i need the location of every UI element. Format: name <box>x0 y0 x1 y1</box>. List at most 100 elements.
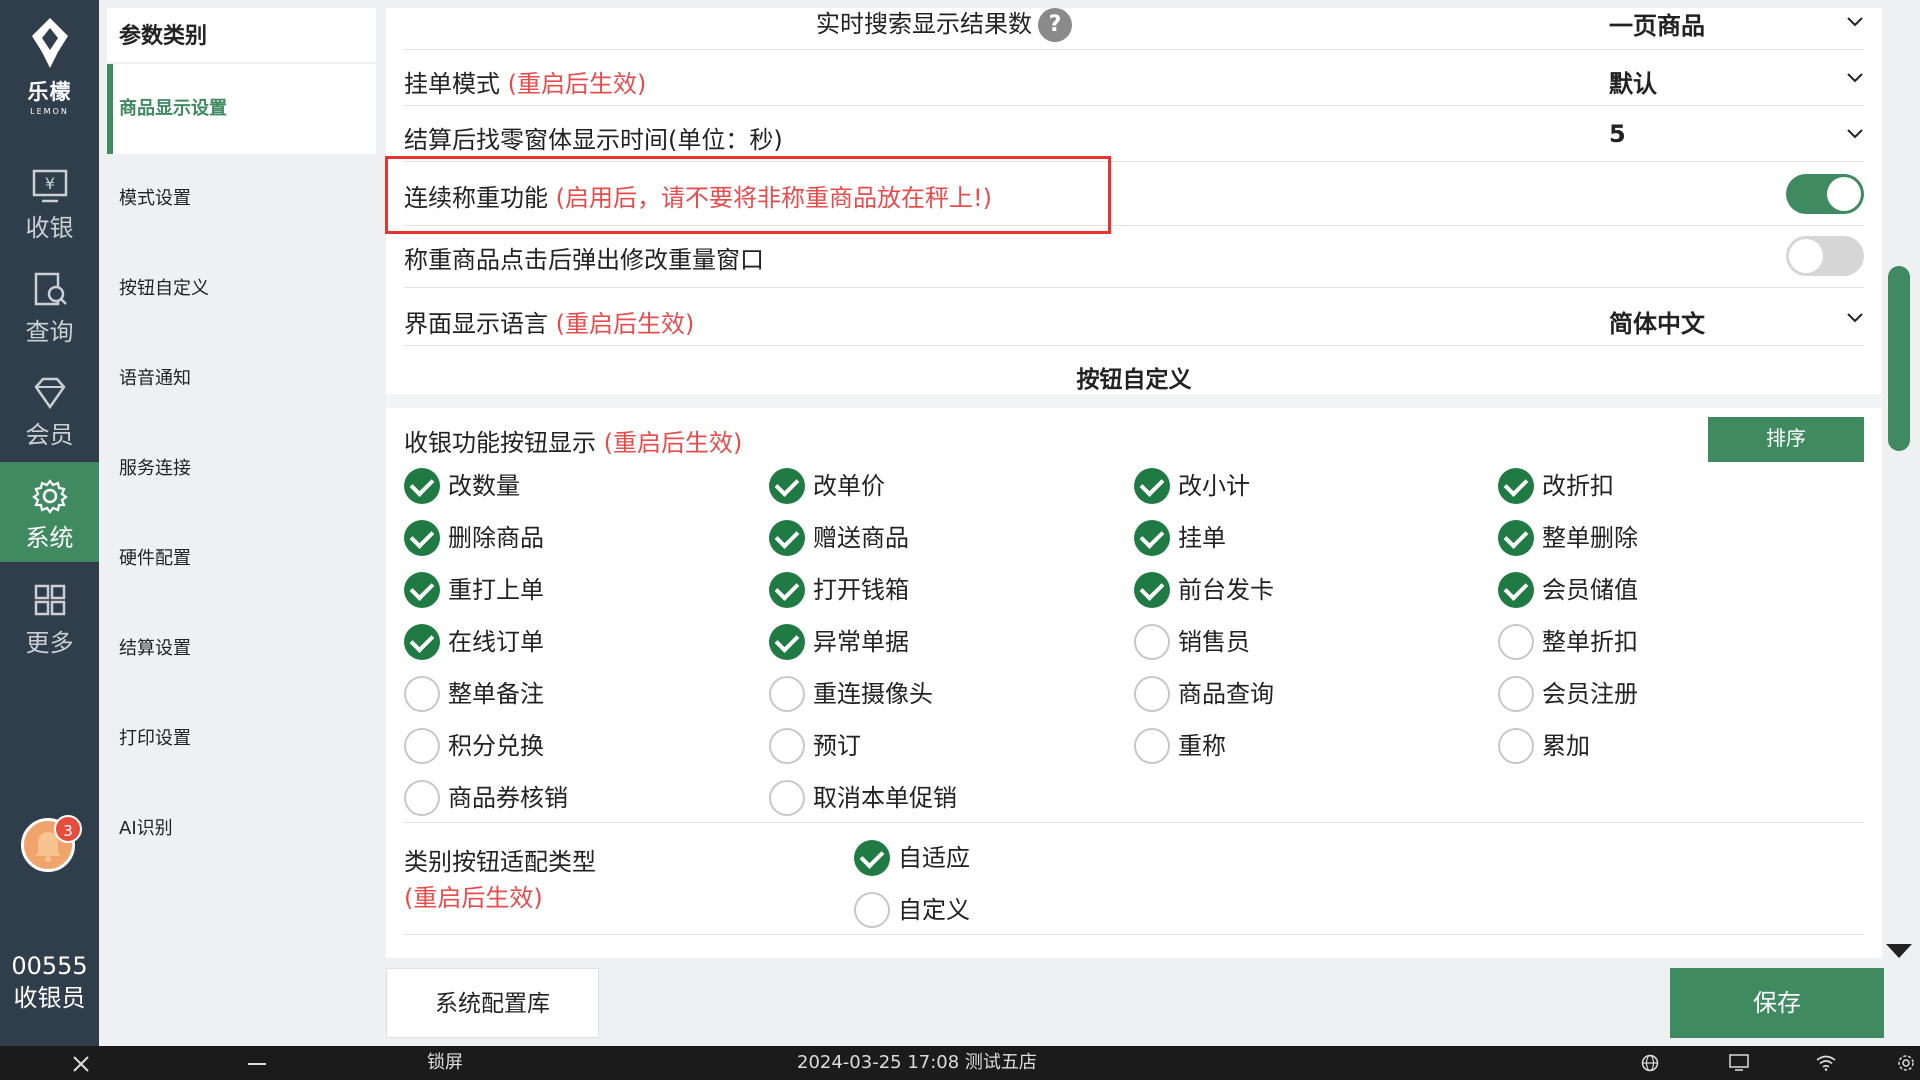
checkbox-checked[interactable] <box>769 520 805 556</box>
notification-count-badge: 3 <box>54 815 82 843</box>
scrollbar-track[interactable] <box>1886 8 1912 958</box>
grid-icon <box>34 584 65 616</box>
category-item-mode[interactable]: 模式设置 <box>107 154 376 244</box>
scroll-down-arrow-icon[interactable] <box>1886 944 1912 958</box>
wifi-icon[interactable] <box>1816 1055 1836 1071</box>
checkbox-unchecked[interactable] <box>404 676 440 712</box>
checkbox-unchecked[interactable] <box>1498 624 1534 660</box>
cashier-buttons-label: 收银功能按钮显示 (重启后生效) <box>404 429 743 457</box>
checkbox-checked[interactable] <box>404 468 440 504</box>
checkbox-checked[interactable] <box>1498 572 1534 608</box>
help-icon[interactable]: ? <box>1038 8 1072 42</box>
setting-value: 简体中文 <box>1609 310 1705 338</box>
checkbox-checked[interactable] <box>1134 520 1170 556</box>
monitor-icon[interactable] <box>1729 1054 1749 1072</box>
setting-label: 挂单模式 (重启后生效) <box>404 70 647 98</box>
category-adapt-label: 类别按钮适配类型 (重启后生效) <box>404 848 596 912</box>
continuous-weigh-toggle[interactable] <box>1786 174 1864 214</box>
user-code: 00555 <box>11 952 88 980</box>
lock-screen-button[interactable]: 锁屏 <box>427 1046 463 1080</box>
checkbox-unchecked[interactable] <box>404 780 440 816</box>
rail-item-more[interactable]: 更多 <box>0 583 99 683</box>
rail-item-system[interactable]: 系统 <box>0 462 99 562</box>
chevron-down-icon <box>1847 313 1863 323</box>
checkbox-unchecked[interactable] <box>769 676 805 712</box>
setting-language[interactable]: 界面显示语言 (重启后生效) 简体中文 <box>404 288 1864 346</box>
checkbox-unchecked[interactable] <box>1498 728 1534 764</box>
checkbox-unchecked[interactable] <box>1498 676 1534 712</box>
checkbox-checked[interactable] <box>1498 468 1534 504</box>
category-item-service[interactable]: 服务连接 <box>107 424 376 514</box>
minimize-icon[interactable] <box>248 1062 266 1066</box>
setting-realtime-search[interactable]: 实时搜索显示结果数? 一页商品 <box>404 8 1864 50</box>
checkbox-checked[interactable] <box>404 572 440 608</box>
settings-gear-icon[interactable] <box>1897 1054 1915 1072</box>
checkbox-unchecked[interactable] <box>769 780 805 816</box>
category-item-product-display[interactable]: 商品显示设置 <box>107 64 376 154</box>
rail-label: 会员 <box>25 421 74 449</box>
section-divider <box>386 394 1882 408</box>
save-button[interactable]: 保存 <box>1670 968 1884 1038</box>
user-role: 收银员 <box>13 984 86 1012</box>
setting-value: 5 <box>1609 120 1626 148</box>
setting-value: 一页商品 <box>1609 12 1705 40</box>
chevron-down-icon <box>1847 73 1863 83</box>
settings-content: 实时搜索显示结果数? 一页商品 挂单模式 (重启后生效) 默认 结算后找零窗体显… <box>386 8 1882 958</box>
brand-name: 乐檬 <box>27 80 72 104</box>
checkbox-checked[interactable] <box>769 468 805 504</box>
setting-weigh-popup: 称重商品点击后弹出修改重量窗口 <box>404 226 1864 288</box>
checkbox-checked[interactable] <box>404 624 440 660</box>
setting-label: 称重商品点击后弹出修改重量窗口 <box>404 246 764 274</box>
lemon-logo-icon <box>31 18 68 68</box>
sort-button[interactable]: 排序 <box>1708 417 1864 462</box>
checkbox-unchecked[interactable] <box>1134 728 1170 764</box>
left-nav-rail: 乐檬 LEMON ¥ 收银 查询 会员 系统 更多 3 00555 收银员 <box>0 0 99 1046</box>
close-icon[interactable] <box>72 1055 90 1073</box>
notification-bell-button[interactable]: 3 <box>21 815 82 872</box>
category-item-hardware[interactable]: 硬件配置 <box>107 514 376 604</box>
checkbox-checked[interactable] <box>1498 520 1534 556</box>
datetime-store: 2024-03-25 17:08 测试五店 <box>797 1052 1037 1073</box>
checkbox-checked[interactable] <box>769 624 805 660</box>
system-config-library-button[interactable]: 系统配置库 <box>386 968 599 1038</box>
category-list: 商品显示设置 模式设置 按钮自定义 语音通知 服务连接 硬件配置 结算设置 打印… <box>107 64 376 874</box>
category-item-voice[interactable]: 语音通知 <box>107 334 376 424</box>
checkbox-checked[interactable] <box>404 520 440 556</box>
setting-change-window-time[interactable]: 结算后找零窗体显示时间(单位：秒) 5 <box>404 106 1864 162</box>
category-item-ai[interactable]: AI识别 <box>107 784 376 874</box>
brand-name-en: LEMON <box>30 107 69 116</box>
rail-item-query[interactable]: 查询 <box>0 272 99 372</box>
category-header: 参数类别 <box>107 8 376 62</box>
param-category-panel: 参数类别 商品显示设置 模式设置 按钮自定义 语音通知 服务连接 硬件配置 结算… <box>99 0 378 1046</box>
radio-checked[interactable] <box>854 840 890 876</box>
checkbox-unchecked[interactable] <box>1134 676 1170 712</box>
checkbox-unchecked[interactable] <box>404 728 440 764</box>
category-item-print[interactable]: 打印设置 <box>107 694 376 784</box>
checkbox-checked[interactable] <box>1134 572 1170 608</box>
chevron-down-icon <box>1847 17 1863 27</box>
taskbar: 锁屏 2024-03-25 17:08 测试五店 <box>0 1046 1920 1080</box>
setting-continuous-weigh: 连续称重功能 (启用后，请不要将非称重商品放在秤上!) <box>404 162 1864 226</box>
setting-label: 连续称重功能 (启用后，请不要将非称重商品放在秤上!) <box>404 184 992 212</box>
checkbox-unchecked[interactable] <box>769 728 805 764</box>
setting-label: 结算后找零窗体显示时间(单位：秒) <box>404 126 783 154</box>
rail-label: 收银 <box>25 214 74 242</box>
checkbox-unchecked[interactable] <box>1134 624 1170 660</box>
section-title-button-custom: 按钮自定义 <box>1076 367 1192 393</box>
category-item-settlement[interactable]: 结算设置 <box>107 604 376 694</box>
radio-unchecked[interactable] <box>854 892 890 928</box>
scrollbar-thumb[interactable] <box>1888 266 1910 451</box>
globe-icon[interactable] <box>1641 1054 1659 1072</box>
checkbox-checked[interactable] <box>1134 468 1170 504</box>
brand-logo: 乐檬 LEMON <box>0 16 99 116</box>
weigh-popup-toggle[interactable] <box>1786 236 1864 276</box>
checkbox-checked[interactable] <box>769 572 805 608</box>
chevron-down-icon <box>1847 129 1863 139</box>
rail-item-member[interactable]: 会员 <box>0 375 99 475</box>
category-item-button-custom[interactable]: 按钮自定义 <box>107 244 376 334</box>
row-divider <box>404 822 1864 823</box>
setting-label: 界面显示语言 (重启后生效) <box>404 310 695 338</box>
rail-item-cashier[interactable]: ¥ 收银 <box>0 168 99 268</box>
setting-hang-mode[interactable]: 挂单模式 (重启后生效) 默认 <box>404 50 1864 106</box>
row-divider <box>404 934 1864 935</box>
